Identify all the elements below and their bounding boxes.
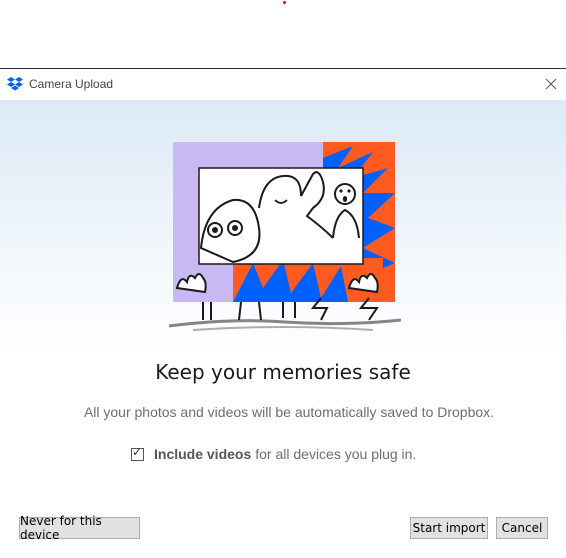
dropbox-icon <box>7 77 23 91</box>
description-text: All your photos and videos will be autom… <box>83 404 495 420</box>
headline: Keep your memories safe <box>155 360 411 384</box>
close-icon <box>545 78 557 90</box>
start-import-button[interactable]: Start import <box>410 517 488 539</box>
include-videos-label: Include videos <box>154 446 252 462</box>
dialog-content: Keep your memories safe All your photos … <box>0 100 566 558</box>
never-for-device-button[interactable]: Never for this device <box>19 514 140 542</box>
cancel-button[interactable]: Cancel <box>496 517 548 539</box>
include-videos-row: ✓ Include videos for all devices you plu… <box>131 444 417 462</box>
camera-upload-dialog: Camera Upload Keep your memories safe Al… <box>0 68 566 558</box>
background-area <box>0 0 566 69</box>
memories-illustration <box>168 142 402 331</box>
include-videos-checkbox[interactable]: ✓ <box>131 444 144 461</box>
window-title: Camera Upload <box>29 77 114 91</box>
title-bar: Camera Upload <box>0 69 566 100</box>
include-videos-detail: for all devices you plug in. <box>255 446 417 462</box>
indicator-dot <box>283 1 286 4</box>
checkmark-icon: ✓ <box>132 444 143 459</box>
close-button[interactable] <box>542 75 560 93</box>
